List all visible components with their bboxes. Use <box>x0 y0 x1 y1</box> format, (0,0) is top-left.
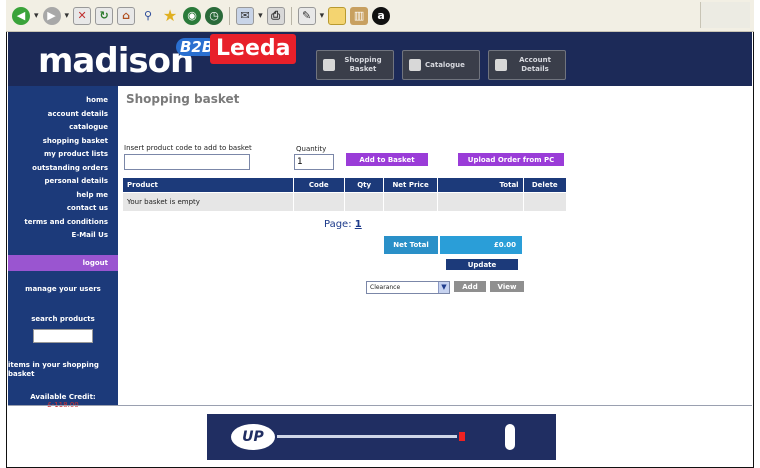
logo-leeda-text: Leeda <box>210 34 297 64</box>
view-list-button[interactable]: View <box>490 281 524 292</box>
quantity-label: Quantity <box>296 145 327 153</box>
back-dropdown-icon[interactable]: ▾ <box>34 11 39 21</box>
sidebar-item-personal-details[interactable]: personal details <box>8 175 118 189</box>
a-icon[interactable]: a <box>372 6 391 25</box>
page-title: Shopping basket <box>126 92 240 106</box>
sidebar: home account details catalogue shopping … <box>8 86 118 409</box>
research-icon[interactable]: ▥ <box>350 6 369 25</box>
add-list-button[interactable]: Add <box>454 281 486 292</box>
table-cell <box>437 193 523 211</box>
home-icon[interactable]: ⌂ <box>117 6 136 25</box>
footer-divider <box>8 405 752 406</box>
account-icon <box>495 59 507 71</box>
manage-users-link[interactable]: manage your users <box>8 285 118 293</box>
site-header: madison B2B Leeda Shopping Basket Catalo… <box>8 32 752 86</box>
col-product: Product <box>123 178 293 192</box>
net-total-value: £0.00 <box>440 236 522 254</box>
basket-icon <box>323 59 335 71</box>
media-icon[interactable]: ◉ <box>183 6 202 25</box>
refresh-icon[interactable]: ↻ <box>95 6 114 25</box>
col-qty: Qty <box>345 178 384 192</box>
sidebar-item-terms[interactable]: terms and conditions <box>8 216 118 230</box>
table-cell <box>523 193 566 211</box>
sidebar-item-shopping-basket[interactable]: shopping basket <box>8 135 118 149</box>
basket-table: Product Code Qty Net Price Total Delete … <box>122 177 567 212</box>
favorites-icon[interactable]: ★ <box>161 6 179 25</box>
stop-icon[interactable]: ✕ <box>73 6 92 25</box>
select-value: Clearance <box>370 284 401 291</box>
forward-dropdown-icon[interactable]: ▾ <box>65 11 70 21</box>
forward-icon[interactable]: ▶ <box>42 6 61 25</box>
tab-label: Shopping Basket <box>344 56 382 73</box>
mail-dropdown-icon[interactable]: ▾ <box>258 11 263 21</box>
banner-streak <box>277 435 457 438</box>
col-code: Code <box>293 178 344 192</box>
toolbar-separator <box>229 6 231 25</box>
history-icon[interactable]: ◷ <box>205 6 224 25</box>
tab-catalogue[interactable]: Catalogue <box>402 50 480 80</box>
main-content: Shopping basket Insert product code to a… <box>118 86 752 405</box>
sidebar-item-outstanding-orders[interactable]: outstanding orders <box>8 162 118 176</box>
product-code-input[interactable] <box>124 154 250 170</box>
tab-label: Catalogue <box>425 60 465 69</box>
folder-icon[interactable] <box>328 6 347 25</box>
basket-items-count: items in your shopping basket <box>8 360 99 378</box>
catalogue-icon <box>409 59 421 71</box>
sidebar-item-contact-us[interactable]: contact us <box>8 202 118 216</box>
table-cell <box>345 193 384 211</box>
search-icon[interactable]: ⚲ <box>139 7 157 25</box>
quantity-input[interactable]: 1 <box>294 154 334 170</box>
windows-logo-icon <box>700 2 750 28</box>
search-products-label: search products <box>31 314 95 323</box>
update-button[interactable]: Update <box>446 259 518 270</box>
print-icon[interactable]: ⎙ <box>266 6 285 25</box>
logout-button[interactable]: logout <box>8 254 118 271</box>
table-header-row: Product Code Qty Net Price Total Delete <box>123 178 566 192</box>
add-to-basket-button[interactable]: Add to Basket <box>346 153 428 166</box>
site-logo[interactable]: madison B2B Leeda <box>38 34 297 81</box>
search-products-input[interactable] <box>33 328 93 343</box>
pager-label: Page: <box>324 219 352 230</box>
table-cell <box>293 193 344 211</box>
mail-icon[interactable]: ✉ <box>236 6 255 25</box>
available-credit-label: Available Credit: <box>30 392 96 401</box>
footer-banner[interactable]: UP <box>207 414 556 460</box>
edit-icon[interactable]: ✎ <box>297 6 316 25</box>
sidebar-item-catalogue[interactable]: catalogue <box>8 121 118 135</box>
header-nav: Shopping Basket Catalogue Account Detail… <box>316 50 566 80</box>
banner-accent <box>459 432 465 441</box>
insert-product-label: Insert product code to add to basket <box>124 144 252 152</box>
pagination: Page: 1 <box>324 219 362 230</box>
sidebar-item-help-me[interactable]: help me <box>8 189 118 203</box>
back-icon[interactable]: ◀ <box>12 6 30 25</box>
col-total: Total <box>437 178 523 192</box>
net-total-label: Net Total <box>384 236 438 254</box>
tab-shopping-basket[interactable]: Shopping Basket <box>316 50 394 80</box>
toolbar-separator <box>290 6 292 25</box>
col-delete: Delete <box>523 178 566 192</box>
sidebar-item-email-us[interactable]: E-Mail Us <box>8 229 118 243</box>
tab-account-details[interactable]: Account Details <box>488 50 566 80</box>
sidebar-item-account-details[interactable]: account details <box>8 108 118 122</box>
tab-label: Account Details <box>519 56 551 73</box>
browser-toolbar: ◀ ▾ ▶ ▾ ✕ ↻ ⌂ ⚲ ★ ◉ ◷ ✉ ▾ ⎙ ✎ ▾ ▥ a <box>6 0 754 32</box>
up-logo-icon: UP <box>231 424 275 450</box>
sidebar-menu: home account details catalogue shopping … <box>8 86 118 243</box>
sidebar-item-my-product-lists[interactable]: my product lists <box>8 148 118 162</box>
upload-order-button[interactable]: Upload Order from PC <box>458 153 564 166</box>
table-cell <box>384 193 437 211</box>
chevron-down-icon[interactable]: ▼ <box>438 282 449 293</box>
edit-dropdown-icon[interactable]: ▾ <box>320 11 325 21</box>
product-list-select[interactable]: Clearance ▼ <box>366 281 450 294</box>
pager-page-link[interactable]: 1 <box>355 219 362 230</box>
table-row: Your basket is empty <box>123 193 566 211</box>
sidebar-item-home[interactable]: home <box>8 94 118 108</box>
logo-main-text: madison <box>38 41 194 81</box>
empty-basket-message: Your basket is empty <box>123 193 293 211</box>
col-net-price: Net Price <box>384 178 437 192</box>
banner-small-logo-icon <box>505 424 515 450</box>
